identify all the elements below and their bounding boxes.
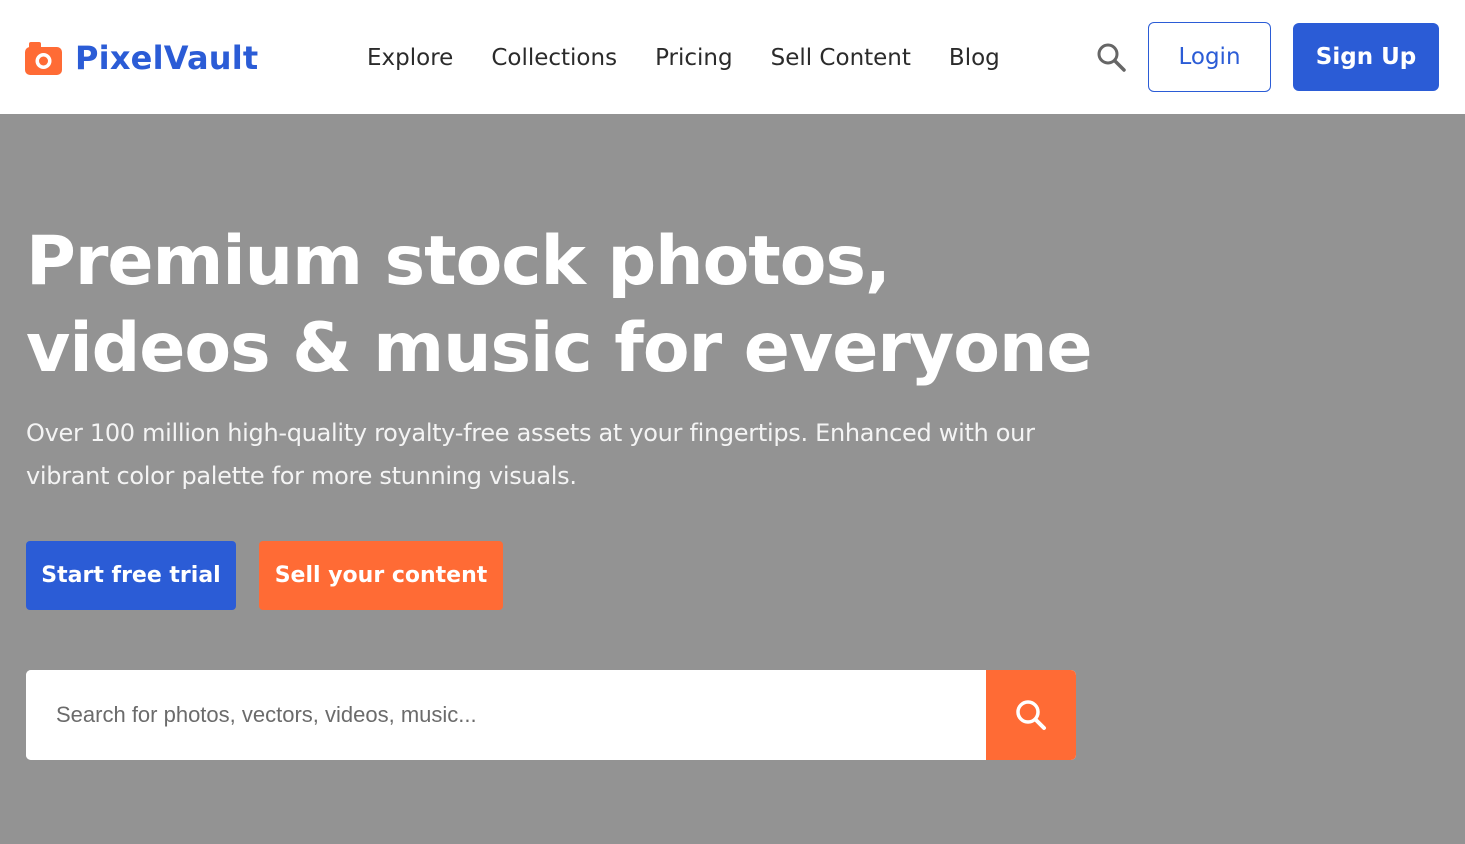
nav-pricing[interactable]: Pricing <box>655 43 733 73</box>
sell-content-button[interactable]: Sell your content <box>259 541 503 610</box>
start-free-trial-button[interactable]: Start free trial <box>26 541 236 610</box>
hero-title: Premium stock photos, videos & music for… <box>26 222 1092 388</box>
nav-explore[interactable]: Explore <box>367 43 453 73</box>
search-input[interactable] <box>26 670 986 760</box>
search-icon <box>1016 700 1046 730</box>
search-icon[interactable] <box>1095 41 1127 73</box>
hero-section: Premium stock photos, videos & music for… <box>0 114 1465 844</box>
search-button[interactable] <box>986 670 1076 760</box>
search-bar <box>26 670 1076 760</box>
logo[interactable]: PixelVault <box>25 39 259 77</box>
login-button[interactable]: Login <box>1148 22 1271 92</box>
hero-subtitle: Over 100 million high-quality royalty-fr… <box>26 419 1035 490</box>
camera-icon <box>25 41 62 75</box>
site-header: PixelVault Explore Collections Pricing S… <box>0 0 1465 114</box>
main-nav: Explore Collections Pricing Sell Content… <box>367 43 1000 73</box>
signup-button[interactable]: Sign Up <box>1293 23 1439 91</box>
nav-collections[interactable]: Collections <box>491 43 617 73</box>
nav-sell-content[interactable]: Sell Content <box>771 43 911 73</box>
brand-name: PixelVault <box>75 39 259 77</box>
nav-blog[interactable]: Blog <box>949 43 1000 73</box>
